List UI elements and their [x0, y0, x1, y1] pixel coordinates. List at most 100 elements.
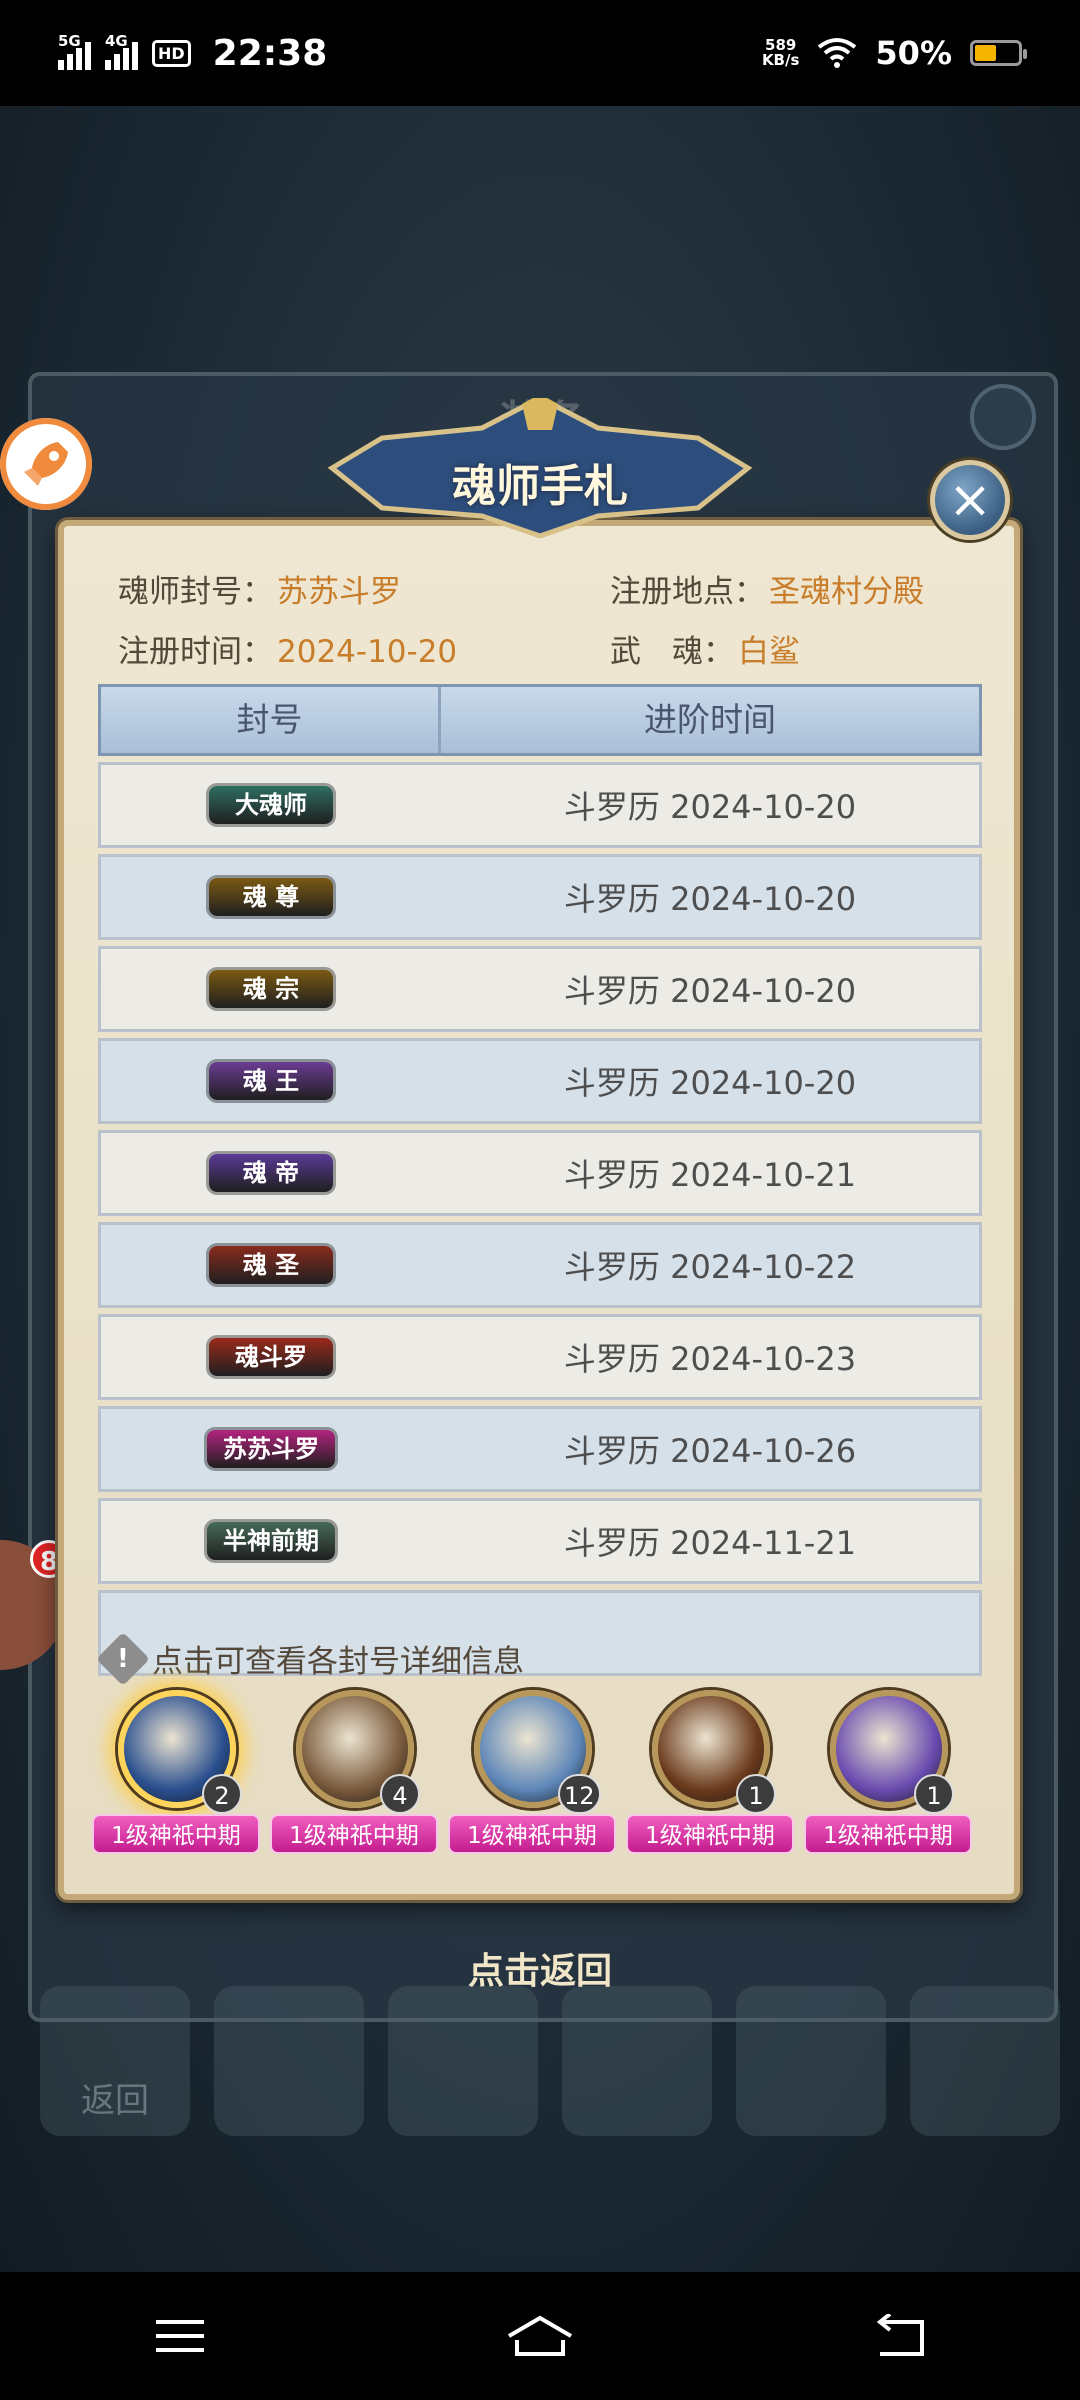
- background-slot: [562, 1986, 712, 2136]
- spirit-avatar[interactable]: 1 1级神祇中期: [804, 1690, 972, 1860]
- status-right: 589 KB/s 50%: [762, 34, 1027, 72]
- title-badge: 魂 宗: [209, 970, 333, 1008]
- info-title-value: 苏苏斗罗: [277, 574, 401, 610]
- back-icon: [876, 2314, 924, 2356]
- info-time-label: 注册时间：: [118, 634, 273, 670]
- table-header: 封号 进阶时间: [98, 684, 982, 756]
- menu-icon: [156, 2320, 204, 2352]
- table-row[interactable]: 魂 尊 斗罗历 2024-10-20: [98, 854, 982, 940]
- avatar-level: 1级神祇中期: [448, 1814, 616, 1854]
- title-badge: 魂 尊: [209, 878, 333, 916]
- row-date: 斗罗历 2024-11-21: [563, 1524, 857, 1562]
- row-date: 斗罗历 2024-10-20: [563, 880, 857, 918]
- info-spirit-value: 白鲨: [738, 634, 800, 670]
- title-badge: 苏苏斗罗: [207, 1430, 335, 1468]
- title-badge: 魂斗罗: [209, 1338, 333, 1376]
- table-row[interactable]: 半神前期 斗罗历 2024-11-21: [98, 1498, 982, 1584]
- spirit-avatar[interactable]: 2 1级神祇中期: [92, 1690, 260, 1860]
- header-date: 进阶时间: [644, 700, 776, 739]
- avatar-count: 1: [914, 1774, 954, 1814]
- spirit-avatar[interactable]: 1 1级神祇中期: [626, 1690, 794, 1860]
- row-date: 斗罗历 2024-10-20: [563, 1064, 857, 1102]
- info-title: 魂师封号： 苏苏斗罗: [118, 566, 401, 611]
- table-row[interactable]: 魂 圣 斗罗历 2024-10-22: [98, 1222, 982, 1308]
- header-title: 封号: [101, 687, 441, 753]
- battery-icon: [970, 40, 1027, 66]
- background-close-icon: [970, 384, 1036, 450]
- table-body[interactable]: 大魂师 斗罗历 2024-10-20 魂 尊 斗罗历 2024-10-20 魂 …: [98, 762, 982, 1682]
- background-back-label: 返回: [81, 2081, 149, 2121]
- info-spirit-label: 武 魂：: [610, 634, 734, 670]
- info-place: 注册地点： 圣魂村分殿: [610, 566, 924, 611]
- signal-4g-icon: 4G: [105, 32, 138, 70]
- close-button[interactable]: ×: [930, 460, 1010, 540]
- title-badge: 半神前期: [207, 1522, 335, 1560]
- background-bottom-bar: 返回: [40, 1986, 1080, 2156]
- background-slot: 返回: [40, 1986, 190, 2136]
- navigation-bar: [0, 2272, 1080, 2400]
- row-date: 斗罗历 2024-10-21: [563, 1156, 857, 1194]
- info-title-label: 魂师封号：: [118, 574, 273, 610]
- nav-home-button[interactable]: [500, 2296, 580, 2376]
- spirit-avatar-list: 2 1级神祇中期 4 1级神祇中期 12 1级神祇中期 1 1级神祇中期 1 1…: [92, 1690, 972, 1860]
- title-badge: 魂 王: [209, 1062, 333, 1100]
- home-icon: [507, 2315, 573, 2356]
- battery-percent: 50%: [875, 34, 952, 72]
- table-row[interactable]: 魂 宗 斗罗历 2024-10-20: [98, 946, 982, 1032]
- hint-text: 点击可查看各封号详细信息: [152, 1644, 524, 1680]
- info-place-value: 圣魂村分殿: [769, 574, 924, 610]
- table-row[interactable]: 魂 帝 斗罗历 2024-10-21: [98, 1130, 982, 1216]
- speed-unit: KB/s: [761, 51, 800, 69]
- background-slot: [388, 1986, 538, 2136]
- avatar-count: 12: [558, 1774, 601, 1814]
- avatar-level: 1级神祇中期: [804, 1814, 972, 1854]
- spirit-avatar[interactable]: 12 1级神祇中期: [448, 1690, 616, 1860]
- info-place-label: 注册地点：: [610, 574, 765, 610]
- signal-5g-icon: 5G: [58, 32, 91, 70]
- background-slot: [910, 1986, 1060, 2136]
- title-badge: 魂 圣: [209, 1246, 333, 1284]
- battery-fill: [975, 45, 996, 61]
- row-date: 斗罗历 2024-10-20: [563, 972, 857, 1010]
- title-history-table: 封号 进阶时间 大魂师 斗罗历 2024-10-20 魂 尊 斗罗历 2024-…: [98, 684, 982, 1682]
- nav-back-button[interactable]: [860, 2296, 940, 2376]
- nav-menu-button[interactable]: [140, 2296, 220, 2376]
- info-time: 注册时间： 2024-10-20: [118, 626, 457, 671]
- table-row[interactable]: 苏苏斗罗 斗罗历 2024-10-26: [98, 1406, 982, 1492]
- row-date: 斗罗历 2024-10-22: [563, 1248, 857, 1286]
- network-speed: 589 KB/s: [762, 38, 799, 68]
- avatar-count: 1: [736, 1774, 776, 1814]
- avatar-level: 1级神祇中期: [270, 1814, 438, 1854]
- title-badge: 大魂师: [209, 786, 333, 824]
- status-bar: 5G 4G HD 22:38 589 KB/s 50%: [0, 0, 1080, 106]
- tap-to-return-button[interactable]: 点击返回: [0, 1942, 1080, 1994]
- wifi-icon: [818, 38, 857, 68]
- close-icon: ×: [948, 470, 992, 530]
- row-date: 斗罗历 2024-10-26: [563, 1432, 857, 1470]
- spirit-avatar[interactable]: 4 1级神祇中期: [270, 1690, 438, 1860]
- table-row[interactable]: 大魂师 斗罗历 2024-10-20: [98, 762, 982, 848]
- status-left: 5G 4G HD 22:38: [58, 32, 328, 74]
- background-slot: [736, 1986, 886, 2136]
- table-row[interactable]: 魂 王 斗罗历 2024-10-20: [98, 1038, 982, 1124]
- title-badge: 魂 帝: [209, 1154, 333, 1192]
- row-date: 斗罗历 2024-10-23: [563, 1340, 857, 1378]
- background-slot: [214, 1986, 364, 2136]
- avatar-count: 4: [380, 1774, 420, 1814]
- network-label-1: 5G: [58, 32, 81, 50]
- avatar-count: 2: [202, 1774, 242, 1814]
- hd-voice-icon: HD: [152, 39, 191, 67]
- clock: 22:38: [212, 32, 328, 74]
- rocket-icon: [24, 442, 68, 486]
- floating-rocket-button[interactable]: [0, 418, 92, 510]
- table-row[interactable]: 魂斗罗 斗罗历 2024-10-23: [98, 1314, 982, 1400]
- info-icon: !: [96, 1631, 150, 1686]
- dialog-title: 魂师手札: [452, 461, 628, 512]
- info-spirit: 武 魂： 白鲨: [610, 626, 800, 671]
- row-date: 斗罗历 2024-10-20: [563, 788, 857, 826]
- avatar-level: 1级神祇中期: [626, 1814, 794, 1854]
- hint-line: ! 点击可查看各封号详细信息: [96, 1631, 524, 1686]
- info-time-value: 2024-10-20: [277, 634, 458, 670]
- network-label-2: 4G: [105, 32, 128, 50]
- avatar-level: 1级神祇中期: [92, 1814, 260, 1854]
